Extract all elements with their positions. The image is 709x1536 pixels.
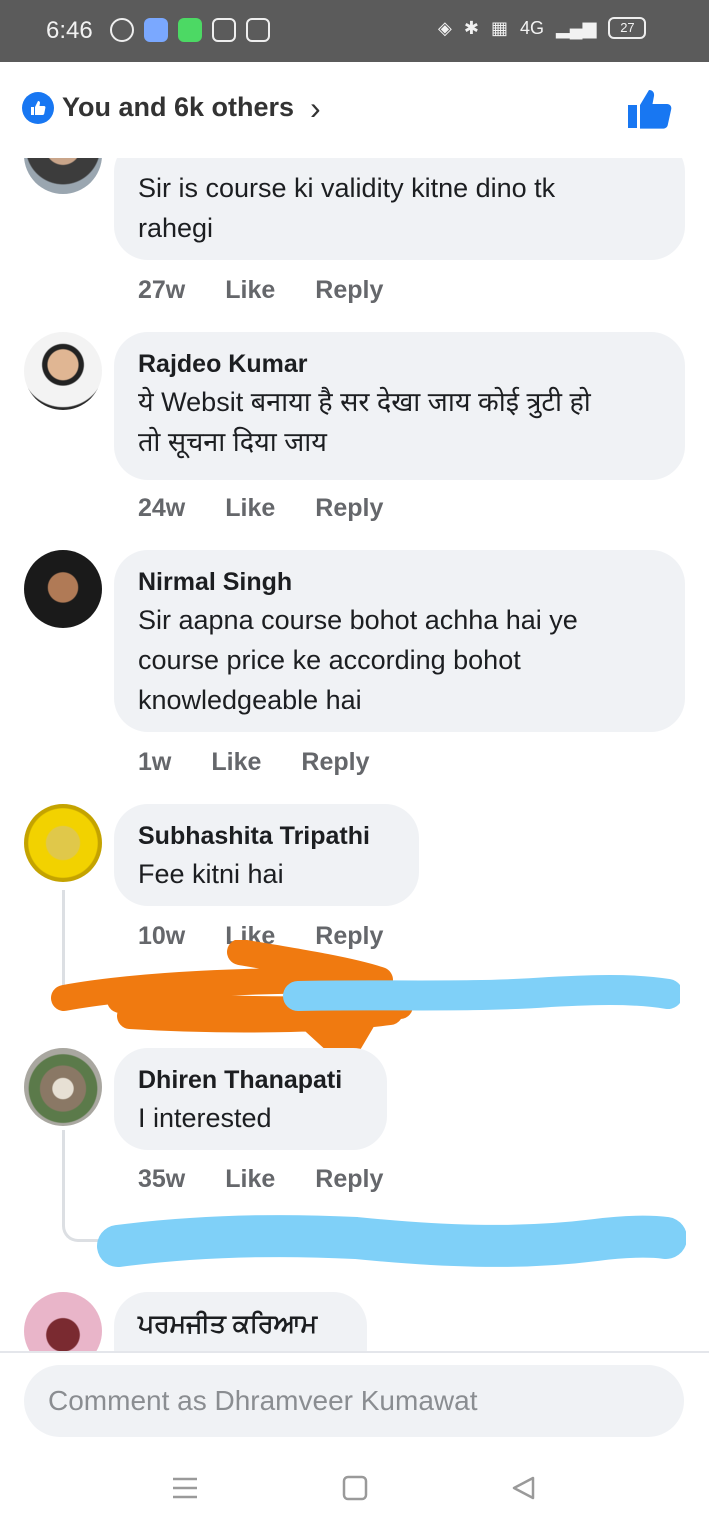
reply-button[interactable]: Reply [301,748,369,777]
avatar[interactable] [24,158,102,194]
redaction-scribble [51,940,680,1060]
commenter-name[interactable]: Dhiren Thanapati [138,1062,363,1098]
like-reaction-icon [22,92,54,124]
notification-icons [110,18,270,42]
comment-bubble[interactable]: Rajdeo Kumar ये Websit बनाया है सर देखा … [114,332,685,480]
reply-button[interactable]: Reply [315,494,383,523]
redaction-scribble [97,1215,686,1267]
comment-text: Fee kitni hai [138,859,284,889]
like-button[interactable]: Like [211,748,261,777]
back-triangle-icon[interactable] [510,1475,536,1506]
data-icon: ◈ [438,17,452,38]
reactions-summary[interactable]: You and 6k others [62,92,294,123]
comment-actions: 24w Like Reply [138,494,383,523]
comment-age[interactable]: 24w [138,494,185,523]
comment-text: Sir is course ki validity kitne dino tk [138,173,556,203]
thumbs-up-icon[interactable] [626,88,672,135]
avatar[interactable] [24,804,102,882]
comment-input[interactable] [24,1365,684,1437]
whatsapp-icon [110,18,134,42]
system-nav-bar [0,1445,709,1536]
comment-age[interactable]: 1w [138,748,171,777]
comment-bubble[interactable]: Subhashita Tripathi Fee kitni hai [114,804,419,906]
signal-text: 4G [519,17,544,38]
battery-icon: 27 [608,17,647,39]
comment-text: I interested [138,1103,272,1133]
instagram-icon [246,18,270,42]
avatar[interactable] [24,332,102,410]
home-square-icon[interactable] [342,1475,368,1506]
comments-feed[interactable]: Sir is course ki validity kitne dino tk … [0,158,709,1351]
status-bar: 6:46 ◈ ✱ ▦ 4G ▂▄▆ 27 [0,0,709,62]
comment-age[interactable]: 35w [138,1165,185,1194]
commenter-name[interactable]: Nirmal Singh [138,564,661,600]
avatar[interactable] [24,550,102,628]
comment-text: rahegi [138,213,214,243]
system-icons: ◈ ✱ ▦ 4G ▂▄▆ 27 [438,17,647,39]
comment-bubble[interactable]: Nirmal Singh Sir aapna course bohot achh… [114,550,685,732]
volte-icon: ▦ [490,17,508,38]
comment-text: ये Websit बनाया है सर देखा जाय कोई त्रुट… [138,387,591,417]
comment-bubble[interactable]: Sir is course ki validity kitne dino tk … [114,158,685,260]
like-button[interactable]: Like [225,494,275,523]
comment-text: Sir aapna course bohot achha hai ye [138,605,578,635]
gmail-icon [212,18,236,42]
menu-icon[interactable] [172,1475,198,1506]
messenger-icon [144,18,168,42]
comment-actions: 27w Like Reply [138,276,383,305]
reply-button[interactable]: Reply [315,276,383,305]
avatar[interactable] [24,1048,102,1126]
like-button[interactable]: Like [225,276,275,305]
commenter-name[interactable]: Rajdeo Kumar [138,346,661,382]
commenter-name[interactable]: Subhashita Tripathi [138,818,395,854]
comment-actions: 35w Like Reply [138,1165,383,1194]
comment-text: तो सूचना दिया जाय [138,427,327,457]
avatar[interactable] [24,1292,102,1351]
chevron-right-icon[interactable]: › [310,90,321,127]
comment-text: knowledgeable hai [138,685,362,715]
comment-actions: 1w Like Reply [138,748,369,777]
divider [0,1351,709,1353]
bluetooth-icon: ✱ [463,17,479,38]
comment-text: course price ke according bohot [138,645,521,675]
comment-composer[interactable] [24,1365,684,1437]
reply-button[interactable]: Reply [315,1165,383,1194]
commenter-name[interactable]: ਪਰਮਜੀਤ ਕਰਿਆਮ [138,1306,343,1342]
signal-icon: ▂▄▆ [555,17,597,38]
comment-bubble[interactable]: Dhiren Thanapati I interested [114,1048,387,1150]
app-icon [178,18,202,42]
comment-bubble[interactable]: ਪਰਮਜੀਤ ਕਰਿਆਮ [114,1292,367,1351]
like-button[interactable]: Like [225,1165,275,1194]
status-time: 6:46 [46,17,93,44]
comment-age[interactable]: 27w [138,276,185,305]
